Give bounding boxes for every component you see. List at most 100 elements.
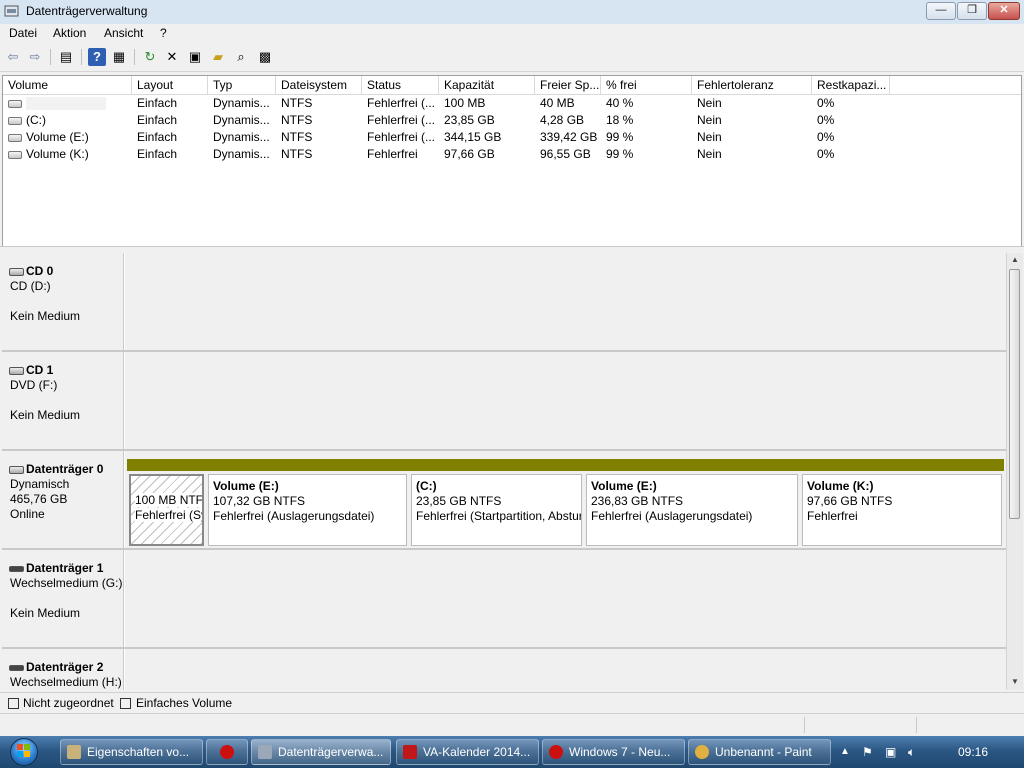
table-cell: 0% (817, 130, 835, 144)
menu-help[interactable]: ? (160, 26, 167, 40)
table-cell: 97,66 GB (444, 147, 495, 161)
table-cell: 0% (817, 96, 835, 110)
taskbar-item-label: Datenträgerverwa... (278, 745, 384, 759)
show-hidden-icons-icon[interactable]: ▲ (840, 746, 850, 757)
partition-size: 23,85 GB NTFS (416, 494, 502, 508)
column-header-status[interactable]: Status (362, 76, 439, 95)
table-cell-volume[interactable]: Volume (E:) (3, 129, 132, 146)
minimize-button[interactable]: — (926, 2, 956, 20)
partition-status: Fehlerfrei (Startpartition, Absturzabbil… (416, 509, 582, 523)
table-cell: Fehlerfrei (367, 147, 418, 161)
clock[interactable]: 09:16 (958, 745, 988, 759)
column-header-dateisystem[interactable]: Dateisystem (276, 76, 362, 95)
column-header-layout[interactable]: Layout (132, 76, 208, 95)
table-cell: Nein (697, 96, 722, 110)
table-cell: Fehlerfrei (... (367, 113, 436, 127)
hard-disk-icon (9, 465, 24, 474)
disk-info-line: Wechselmedium (G:) (10, 576, 122, 590)
console-tree-icon[interactable]: ▤ (57, 48, 75, 66)
scroll-thumb[interactable] (1009, 269, 1020, 519)
column-header-typ[interactable]: Typ (208, 76, 276, 95)
disk-status: Kein Medium (10, 309, 81, 323)
table-cell: Dynamis... (213, 130, 270, 144)
table-cell: NTFS (281, 147, 313, 161)
disk-label[interactable]: Datenträger 1 Wechselmedium (G:) Kein Me… (2, 550, 124, 647)
partition-volume-e-2[interactable]: Volume (E:) 236,83 GB NTFS Fehlerfrei (A… (584, 459, 800, 548)
title-bar: Datenträgerverwaltung — ❐ ✕ (0, 0, 1024, 25)
table-cell: Einfach (137, 113, 178, 127)
disk-label[interactable]: Datenträger 2 Wechselmedium (H:) (2, 649, 124, 690)
menu-datei[interactable]: Datei (9, 26, 37, 40)
disk-status: Online (10, 507, 45, 521)
partition-system-reserved[interactable]: 100 MB NTFS Fehlerfrei (System...) (127, 459, 206, 548)
explore-icon[interactable]: ⌕ (232, 48, 250, 66)
window-title: Datenträgerverwaltung (26, 4, 148, 18)
forward-icon[interactable]: ⇨ (26, 48, 44, 66)
status-divider (804, 717, 805, 733)
partition-name: (C:) (416, 479, 437, 493)
disk-row-disk2: Datenträger 2 Wechselmedium (H:) (2, 649, 1006, 690)
disk-label[interactable]: CD 0 CD (D:) Kein Medium (2, 253, 124, 350)
taskbar-item-va-kalender[interactable]: VA-Kalender 2014... (396, 739, 539, 765)
taskbar-item-datentraegerverwaltung[interactable]: Datenträgerverwa... (251, 739, 391, 765)
help-icon[interactable]: ? (88, 48, 106, 66)
volume-icon[interactable]: 🔈︎ (908, 745, 915, 760)
taskbar-item-windows7[interactable]: Windows 7 - Neu... (542, 739, 685, 765)
scroll-up-icon[interactable]: ▲ (1009, 254, 1021, 266)
taskbar-item-paint[interactable]: Unbenannt - Paint (688, 739, 831, 765)
table-cell-volume[interactable]: (C:) (3, 112, 132, 129)
partition-status: Fehlerfrei (Auslagerungsdatei) (213, 509, 375, 523)
taskbar-item-opera[interactable] (206, 739, 248, 765)
column-header-freier-speicher[interactable]: Freier Sp... (535, 76, 601, 95)
back-icon[interactable]: ⇦ (4, 48, 22, 66)
vertical-scrollbar[interactable]: ▲ ▼ (1006, 253, 1023, 690)
refresh-icon[interactable]: ↻ (141, 48, 159, 66)
network-icon[interactable]: ▣ (885, 745, 896, 759)
toolbar: ⇦ ⇨ ▤ ? ▦ ↻ ✕ ▣ ▰ ⌕ ▩ (0, 44, 1024, 72)
maximize-button[interactable]: ❐ (957, 2, 987, 20)
settings-icon[interactable]: ▩ (256, 48, 274, 66)
table-cell: 4,28 GB (540, 113, 585, 127)
disk-area-empty (125, 649, 1006, 690)
close-button[interactable]: ✕ (988, 2, 1020, 20)
disk-name: CD 0 (26, 264, 54, 278)
menu-ansicht[interactable]: Ansicht (104, 26, 143, 40)
partition-c[interactable]: (C:) 23,85 GB NTFS Fehlerfrei (Startpart… (409, 459, 584, 548)
volume-name: Volume (E:) (26, 130, 89, 144)
menu-aktion[interactable]: Aktion (53, 26, 86, 40)
taskbar-item-eigenschaften[interactable]: Eigenschaften vo... (60, 739, 203, 765)
column-header-prozent-frei[interactable]: % frei (601, 76, 692, 95)
scroll-down-icon[interactable]: ▼ (1009, 676, 1021, 688)
disk-partition-area: 100 MB NTFS Fehlerfrei (System...) Volum… (125, 451, 1006, 548)
disk-label[interactable]: CD 1 DVD (F:) Kein Medium (2, 352, 124, 449)
table-cell: Dynamis... (213, 147, 270, 161)
disk-label[interactable]: Datenträger 0 Dynamisch 465,76 GB Online (2, 451, 124, 548)
delete-icon[interactable]: ✕ (163, 48, 181, 66)
column-header-volume[interactable]: Volume (3, 76, 132, 95)
partition-volume-e-1[interactable]: Volume (E:) 107,32 GB NTFS Fehlerfrei (A… (206, 459, 409, 548)
column-header-fehlertoleranz[interactable]: Fehlertoleranz (692, 76, 812, 95)
partition-status: Fehlerfrei (807, 509, 858, 523)
table-cell: 96,55 GB (540, 147, 591, 161)
partition-volume-k[interactable]: Volume (K:) 97,66 GB NTFS Fehlerfrei (800, 459, 1004, 548)
table-cell: 344,15 GB (444, 130, 502, 144)
table-cell-volume[interactable] (3, 95, 132, 112)
paint-icon (695, 745, 709, 759)
column-header-kapazitaet[interactable]: Kapazität (439, 76, 535, 95)
removable-drive-icon (9, 565, 24, 572)
volume-list: Volume Layout Typ Dateisystem Status Kap… (2, 75, 1022, 247)
status-divider (916, 717, 917, 733)
table-cell: 0% (817, 147, 835, 161)
table-cell-volume[interactable]: Volume (K:) (3, 146, 132, 163)
properties-icon[interactable]: ▣ (186, 48, 204, 66)
open-icon[interactable]: ▰ (209, 48, 227, 66)
show-hide-icon[interactable]: ▦ (110, 48, 128, 66)
pane-splitter[interactable] (0, 246, 1024, 253)
table-cell: 339,42 GB (540, 130, 598, 144)
start-button[interactable] (4, 736, 44, 768)
action-center-flag-icon[interactable]: ⚑ (862, 745, 873, 759)
column-header-restkapazitaet[interactable]: Restkapazi... (812, 76, 890, 95)
disk-status: Kein Medium (10, 408, 81, 422)
disk-area-empty (125, 352, 1006, 449)
disk-info-line: DVD (F:) (10, 378, 58, 392)
